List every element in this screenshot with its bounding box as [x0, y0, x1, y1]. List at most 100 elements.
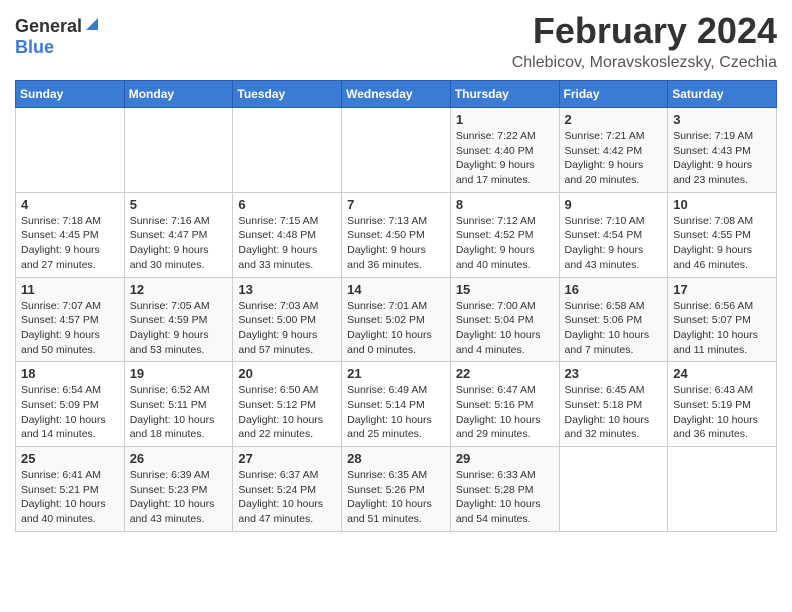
day-number: 17	[673, 282, 771, 297]
week-row-2: 4 Sunrise: 7:18 AM Sunset: 4:45 PM Daylig…	[16, 192, 777, 277]
day-number: 27	[238, 451, 336, 466]
day-info: Sunrise: 6:50 AM Sunset: 5:12 PM Dayligh…	[238, 383, 336, 442]
day-info: Sunrise: 6:47 AM Sunset: 5:16 PM Dayligh…	[456, 383, 554, 442]
calendar-cell	[124, 108, 233, 193]
week-row-3: 11 Sunrise: 7:07 AM Sunset: 4:57 PM Dayli…	[16, 277, 777, 362]
day-number: 13	[238, 282, 336, 297]
calendar-cell: 18 Sunrise: 6:54 AM Sunset: 5:09 PM Dayli…	[16, 362, 125, 447]
calendar-cell: 20 Sunrise: 6:50 AM Sunset: 5:12 PM Dayli…	[233, 362, 342, 447]
day-info: Sunrise: 6:49 AM Sunset: 5:14 PM Dayligh…	[347, 383, 445, 442]
calendar-cell: 6Sunrise: 7:15 AM Sunset: 4:48 PM Daylig…	[233, 192, 342, 277]
day-number: 11	[21, 282, 119, 297]
day-info: Sunrise: 7:10 AM Sunset: 4:54 PM Dayligh…	[565, 214, 663, 273]
calendar-cell: 21 Sunrise: 6:49 AM Sunset: 5:14 PM Dayli…	[342, 362, 451, 447]
calendar-table: SundayMondayTuesdayWednesdayThursdayFrid…	[15, 80, 777, 532]
day-info: Sunrise: 6:58 AM Sunset: 5:06 PM Dayligh…	[565, 299, 663, 358]
day-info: Sunrise: 6:43 AM Sunset: 5:19 PM Dayligh…	[673, 383, 771, 442]
day-number: 5	[130, 197, 228, 212]
header: General Blue February 2024 Chlebicov, Mo…	[15, 10, 777, 72]
calendar-cell: 8 Sunrise: 7:12 AM Sunset: 4:52 PM Daylig…	[450, 192, 559, 277]
day-info: Sunrise: 6:33 AM Sunset: 5:28 PM Dayligh…	[456, 468, 554, 527]
location-title: Chlebicov, Moravskoslezsky, Czechia	[512, 54, 777, 72]
day-number: 2	[565, 112, 663, 127]
calendar-cell: 4 Sunrise: 7:18 AM Sunset: 4:45 PM Daylig…	[16, 192, 125, 277]
day-number: 6	[238, 197, 336, 212]
calendar-cell: 1 Sunrise: 7:22 AM Sunset: 4:40 PM Daylig…	[450, 108, 559, 193]
calendar-cell: 29 Sunrise: 6:33 AM Sunset: 5:28 PM Dayli…	[450, 447, 559, 532]
calendar-cell	[668, 447, 777, 532]
calendar-cell: 24Sunrise: 6:43 AM Sunset: 5:19 PM Dayli…	[668, 362, 777, 447]
day-number: 4	[21, 197, 119, 212]
calendar-cell	[233, 108, 342, 193]
weekday-header-wednesday: Wednesday	[342, 81, 451, 108]
day-number: 28	[347, 451, 445, 466]
calendar-cell: 25 Sunrise: 6:41 AM Sunset: 5:21 PM Dayli…	[16, 447, 125, 532]
day-number: 25	[21, 451, 119, 466]
day-number: 22	[456, 366, 554, 381]
calendar-cell: 23 Sunrise: 6:45 AM Sunset: 5:18 PM Dayli…	[559, 362, 668, 447]
day-number: 18	[21, 366, 119, 381]
calendar-cell: 3Sunrise: 7:19 AM Sunset: 4:43 PM Daylig…	[668, 108, 777, 193]
day-info: Sunrise: 7:03 AM Sunset: 5:00 PM Dayligh…	[238, 299, 336, 358]
day-info: Sunrise: 7:08 AM Sunset: 4:55 PM Dayligh…	[673, 214, 771, 273]
logo-triangle-icon	[84, 16, 100, 37]
calendar-cell: 19Sunrise: 6:52 AM Sunset: 5:11 PM Dayli…	[124, 362, 233, 447]
day-info: Sunrise: 7:07 AM Sunset: 4:57 PM Dayligh…	[21, 299, 119, 358]
day-info: Sunrise: 6:37 AM Sunset: 5:24 PM Dayligh…	[238, 468, 336, 527]
calendar-cell: 9 Sunrise: 7:10 AM Sunset: 4:54 PM Daylig…	[559, 192, 668, 277]
calendar-cell: 2 Sunrise: 7:21 AM Sunset: 4:42 PM Daylig…	[559, 108, 668, 193]
day-info: Sunrise: 6:56 AM Sunset: 5:07 PM Dayligh…	[673, 299, 771, 358]
day-info: Sunrise: 7:22 AM Sunset: 4:40 PM Dayligh…	[456, 129, 554, 188]
week-row-4: 18 Sunrise: 6:54 AM Sunset: 5:09 PM Dayli…	[16, 362, 777, 447]
weekday-header-thursday: Thursday	[450, 81, 559, 108]
calendar-cell	[342, 108, 451, 193]
calendar-cell: 14 Sunrise: 7:01 AM Sunset: 5:02 PM Dayli…	[342, 277, 451, 362]
day-number: 3	[673, 112, 771, 127]
title-area: February 2024 Chlebicov, Moravskoslezsky…	[512, 10, 777, 72]
calendar-cell: 13 Sunrise: 7:03 AM Sunset: 5:00 PM Dayli…	[233, 277, 342, 362]
day-number: 21	[347, 366, 445, 381]
day-number: 14	[347, 282, 445, 297]
day-number: 19	[130, 366, 228, 381]
weekday-header-saturday: Saturday	[668, 81, 777, 108]
logo: General Blue	[15, 16, 100, 58]
calendar-cell: 5 Sunrise: 7:16 AM Sunset: 4:47 PM Daylig…	[124, 192, 233, 277]
day-info: Sunrise: 6:54 AM Sunset: 5:09 PM Dayligh…	[21, 383, 119, 442]
day-info: Sunrise: 7:18 AM Sunset: 4:45 PM Dayligh…	[21, 214, 119, 273]
day-number: 15	[456, 282, 554, 297]
logo-general-text: General	[15, 16, 82, 37]
day-number: 10	[673, 197, 771, 212]
day-number: 16	[565, 282, 663, 297]
calendar-cell: 7Sunrise: 7:13 AM Sunset: 4:50 PM Daylig…	[342, 192, 451, 277]
day-number: 9	[565, 197, 663, 212]
day-info: Sunrise: 6:39 AM Sunset: 5:23 PM Dayligh…	[130, 468, 228, 527]
calendar-cell: 26 Sunrise: 6:39 AM Sunset: 5:23 PM Dayli…	[124, 447, 233, 532]
calendar-cell: 28Sunrise: 6:35 AM Sunset: 5:26 PM Dayli…	[342, 447, 451, 532]
day-number: 8	[456, 197, 554, 212]
calendar-cell: 11 Sunrise: 7:07 AM Sunset: 4:57 PM Dayli…	[16, 277, 125, 362]
day-number: 26	[130, 451, 228, 466]
day-number: 29	[456, 451, 554, 466]
week-row-1: 1 Sunrise: 7:22 AM Sunset: 4:40 PM Daylig…	[16, 108, 777, 193]
day-number: 20	[238, 366, 336, 381]
weekday-header-tuesday: Tuesday	[233, 81, 342, 108]
day-number: 1	[456, 112, 554, 127]
day-info: Sunrise: 7:21 AM Sunset: 4:42 PM Dayligh…	[565, 129, 663, 188]
day-number: 12	[130, 282, 228, 297]
day-info: Sunrise: 7:13 AM Sunset: 4:50 PM Dayligh…	[347, 214, 445, 273]
day-info: Sunrise: 7:16 AM Sunset: 4:47 PM Dayligh…	[130, 214, 228, 273]
calendar-cell: 12Sunrise: 7:05 AM Sunset: 4:59 PM Dayli…	[124, 277, 233, 362]
day-info: Sunrise: 7:01 AM Sunset: 5:02 PM Dayligh…	[347, 299, 445, 358]
calendar-cell: 22 Sunrise: 6:47 AM Sunset: 5:16 PM Dayli…	[450, 362, 559, 447]
weekday-header-sunday: Sunday	[16, 81, 125, 108]
calendar-cell: 10 Sunrise: 7:08 AM Sunset: 4:55 PM Dayli…	[668, 192, 777, 277]
day-info: Sunrise: 6:45 AM Sunset: 5:18 PM Dayligh…	[565, 383, 663, 442]
week-row-5: 25 Sunrise: 6:41 AM Sunset: 5:21 PM Dayli…	[16, 447, 777, 532]
day-info: Sunrise: 6:41 AM Sunset: 5:21 PM Dayligh…	[21, 468, 119, 527]
day-info: Sunrise: 7:12 AM Sunset: 4:52 PM Dayligh…	[456, 214, 554, 273]
day-number: 23	[565, 366, 663, 381]
weekday-header-row: SundayMondayTuesdayWednesdayThursdayFrid…	[16, 81, 777, 108]
weekday-header-friday: Friday	[559, 81, 668, 108]
calendar-cell	[559, 447, 668, 532]
logo-blue-text: Blue	[15, 37, 54, 57]
